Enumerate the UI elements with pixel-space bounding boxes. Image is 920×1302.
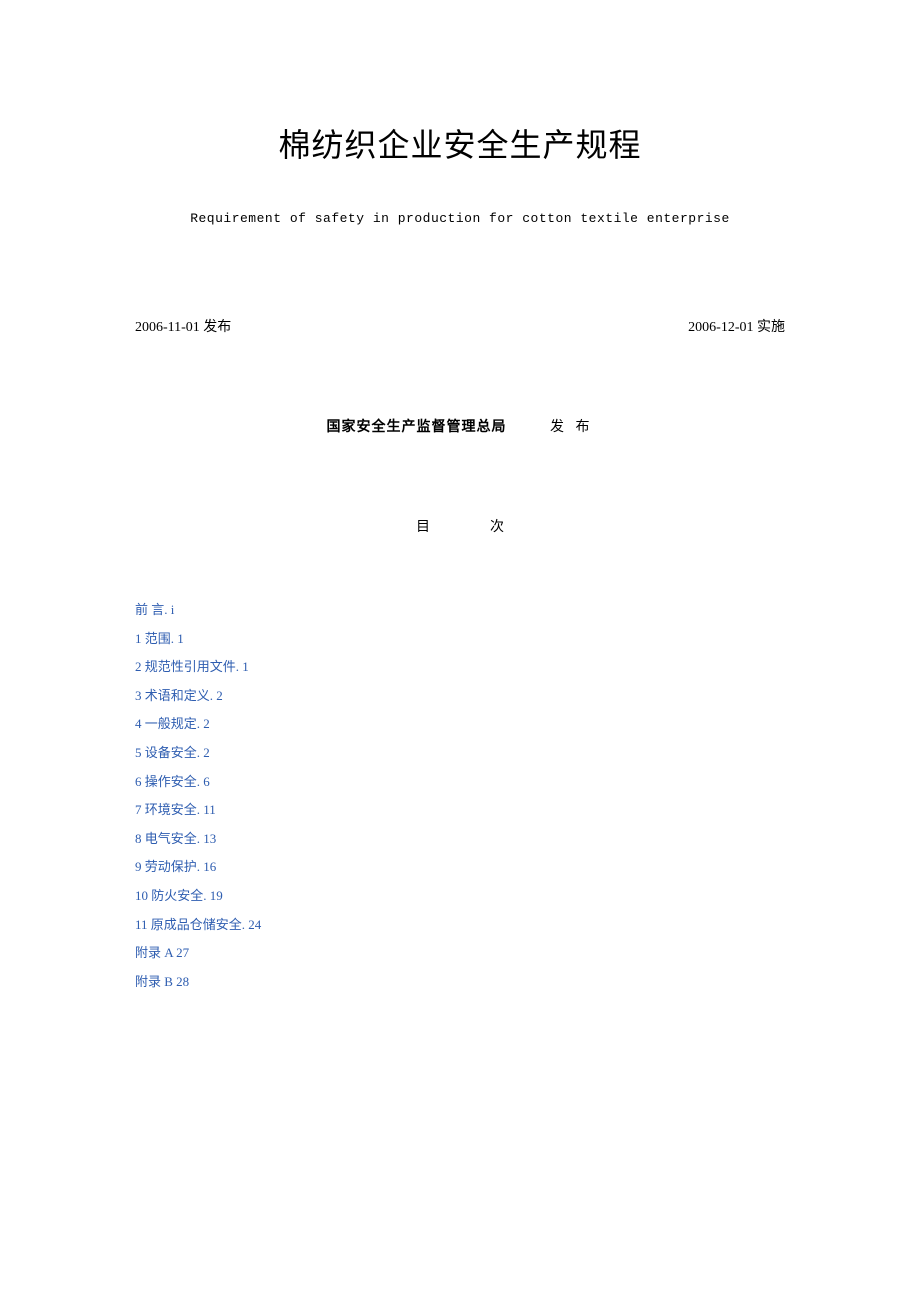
english-subtitle: Requirement of safety in production for … [130, 211, 790, 226]
effective-date: 2006-12-01 实施 [688, 316, 785, 336]
toc-item-10[interactable]: 10 防火安全. 19 [135, 882, 790, 911]
publisher-row: 国家安全生产监督管理总局 发 布 [130, 416, 790, 436]
publisher-action: 发 布 [550, 420, 594, 435]
toc-item-7[interactable]: 7 环境安全. 11 [135, 796, 790, 825]
toc-item-1[interactable]: 1 范围. 1 [135, 625, 790, 654]
publish-date: 2006-11-01 发布 [135, 316, 231, 336]
toc-item-9[interactable]: 9 劳动保护. 16 [135, 853, 790, 882]
toc-item-2[interactable]: 2 规范性引用文件. 1 [135, 653, 790, 682]
toc-item-8[interactable]: 8 电气安全. 13 [135, 825, 790, 854]
dates-row: 2006-11-01 发布 2006-12-01 实施 [130, 316, 790, 336]
toc-heading: 目次 [130, 516, 790, 536]
toc-item-11[interactable]: 11 原成品仓储安全. 24 [135, 911, 790, 940]
toc-item-preface[interactable]: 前 言. i [135, 596, 790, 625]
toc-list: 前 言. i 1 范围. 1 2 规范性引用文件. 1 3 术语和定义. 2 4… [130, 596, 790, 996]
main-title: 棉纺织企业安全生产规程 [130, 120, 790, 166]
toc-item-6[interactable]: 6 操作安全. 6 [135, 768, 790, 797]
toc-item-4[interactable]: 4 一般规定. 2 [135, 710, 790, 739]
toc-item-appendix-b[interactable]: 附录 B 28 [135, 968, 790, 997]
document-page: 棉纺织企业安全生产规程 Requirement of safety in pro… [0, 0, 920, 996]
publisher-name: 国家安全生产监督管理总局 [327, 420, 507, 435]
toc-item-5[interactable]: 5 设备安全. 2 [135, 739, 790, 768]
toc-item-3[interactable]: 3 术语和定义. 2 [135, 682, 790, 711]
toc-item-appendix-a[interactable]: 附录 A 27 [135, 939, 790, 968]
